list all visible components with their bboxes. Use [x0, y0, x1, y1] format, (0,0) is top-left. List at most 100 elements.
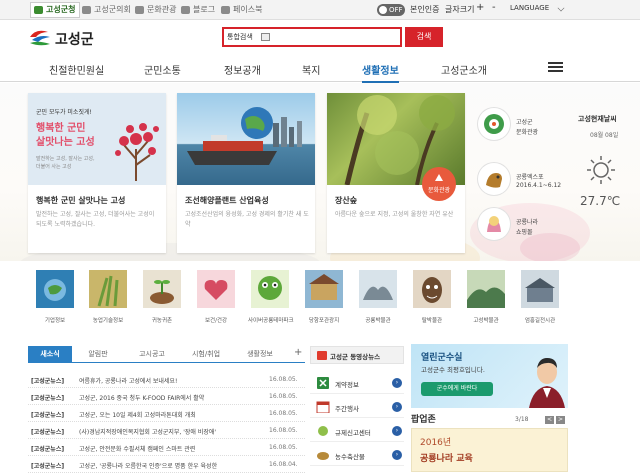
museum-building-icon — [359, 270, 397, 308]
font-decrease-button[interactable]: - — [492, 2, 496, 13]
arrow-right-icon[interactable]: › — [392, 378, 402, 388]
shortcut-enterprise[interactable]: 기업정보 — [33, 270, 77, 324]
list-item[interactable]: [고성군뉴스] (사)경남지적장애인복지협회 고성군지부, '장애 비장애' 16.… — [28, 423, 305, 439]
tab-culture[interactable]: 문화관광 — [132, 3, 180, 17]
shortcut-cyber-park[interactable]: 사이버공룡테마파크 — [248, 270, 294, 324]
slogan-small2: 더불어 사는 고성 — [36, 164, 72, 170]
quick-link-culture[interactable]: 고성군 문화관광 — [478, 108, 552, 148]
shortcut-dino-museum[interactable]: 공룡박물관 — [356, 270, 400, 324]
auth-toggle[interactable]: OFF — [377, 4, 405, 16]
popup-prev-button[interactable]: < — [545, 416, 554, 424]
tab-council[interactable]: 고성군의회 — [79, 3, 135, 17]
news-category: [고성군뉴스] — [31, 429, 65, 436]
font-increase-button[interactable]: + — [476, 2, 484, 13]
wheat-icon — [89, 270, 127, 308]
news-title[interactable]: 고성군, 오는 10일 제4회 고성마라톤대회 개최 — [79, 410, 229, 419]
search-input[interactable]: 통합검색 — [222, 27, 402, 47]
news-date: 16.08.05. — [269, 444, 298, 451]
tourist-site-icon — [305, 270, 343, 308]
hero-card-shipbuilding[interactable]: 조선해양플랜트 산업육성 고성조선산업의 융성화, 고성 경제의 활기찬 새 도… — [177, 93, 315, 253]
arrow-right-icon[interactable]: › — [392, 402, 402, 412]
culture-tour-badge[interactable]: 문화관광 — [422, 167, 456, 201]
tab-announcement[interactable]: 고시공고 — [128, 346, 176, 362]
list-item[interactable]: [고성군뉴스] 고성군, 오는 10일 제4회 고성마라톤대회 개최 16.08.0… — [28, 406, 305, 422]
news-date: 16.08.05. — [269, 410, 298, 417]
video-news-button[interactable]: 고성군 동영상뉴스 — [310, 346, 404, 364]
tab-gosung-office[interactable]: 고성군청 — [30, 2, 81, 18]
hero-card-forest[interactable]: 문화관광 장산숲 아름다운 숲으로 지정, 고성의 울창한 자연 유산 — [327, 93, 465, 253]
service-agri-products[interactable]: 농수축산물 › — [310, 444, 404, 466]
news-category: [고성군뉴스] — [31, 395, 65, 402]
nav-item-living-info[interactable]: 생활정보 — [362, 62, 399, 83]
divider — [28, 362, 305, 363]
main-navigation: 친절한민원실 군민소통 정보공개 복지 생활정보 고성군소개 — [0, 58, 640, 83]
shortcut-hg-exhibit[interactable]: 엄홍길전시관 — [518, 270, 562, 324]
arrow-right-icon[interactable]: › — [392, 426, 402, 436]
nav-item-disclosure[interactable]: 정보공개 — [224, 62, 261, 77]
tab-facebook[interactable]: 페이스북 — [218, 3, 266, 17]
list-item[interactable]: [고성군뉴스] 고성군, 안전문화 수필서체 캠페인 스마트 관련 16.08.05… — [28, 440, 305, 456]
news-more-button[interactable]: + — [294, 347, 302, 358]
popup-zone: 팝업존 3/18 < > 2016년 공룡나라 교육 — [411, 410, 568, 472]
news-title[interactable]: 고성군, '공룡나라 오름한국 인증'으로 명품 한우 육성한 — [79, 461, 229, 470]
list-item[interactable]: [고성군뉴스] 고성군, 2016 중국 청두 K-FOOD FAIR에서 활약 1… — [28, 389, 305, 405]
shortcut-return-farm[interactable]: 귀농귀촌 — [140, 270, 184, 324]
quick-link-line2: 쇼핑몰 — [516, 229, 533, 236]
menu-icon[interactable] — [548, 62, 563, 73]
popup-banner[interactable]: 2016년 공룡나라 교육 — [411, 428, 568, 472]
hero-card-slogan[interactable]: 군민 모두가 미소짓게! 행복한 군민 살맛나는 고성 발전하는 고성, 잘사는… — [28, 93, 166, 253]
landscape-icon — [467, 270, 505, 308]
popup-next-button[interactable]: > — [556, 416, 565, 424]
quick-link-shop[interactable]: 공룡나라 쇼핑몰 — [478, 208, 552, 248]
shortcut-label: 탈박물관 — [421, 318, 443, 324]
slogan-line1: 군민 모두가 미소짓게! — [36, 109, 92, 116]
dinosaur-icon — [251, 270, 289, 308]
nav-item-welfare[interactable]: 복지 — [302, 62, 320, 77]
nav-item-communication[interactable]: 군민소통 — [144, 62, 181, 77]
shortcut-danghangpo[interactable]: 당항포관광지 — [302, 270, 346, 324]
arrow-right-icon[interactable]: › — [392, 450, 402, 460]
mayor-office-banner[interactable]: 열린군수실 고성군수 최평호입니다. 군수에게 바란다 — [411, 344, 568, 408]
facebook-icon — [221, 6, 230, 14]
quick-link-line2: 2016.4.1~6.12 — [516, 182, 562, 189]
shortcut-mask-museum[interactable]: 탈박물관 — [410, 270, 454, 324]
news-title[interactable]: 여름휴가, 공룡나라 고성에서 보내세요! — [79, 376, 229, 385]
service-contract[interactable]: 계약정보 › — [310, 372, 404, 394]
video-icon — [317, 351, 327, 360]
service-weekly-events[interactable]: 주간행사 › — [310, 396, 404, 418]
shortcut-gosung-museum[interactable]: 고성박물관 — [464, 270, 508, 324]
news-title[interactable]: 고성군, 안전문화 수필서체 캠페인 스마트 관련 — [79, 444, 229, 453]
quick-link-line1: 고성군 — [516, 119, 533, 126]
nav-item-civil[interactable]: 친절한민원실 — [49, 62, 104, 77]
tab-label: 블로그 — [193, 5, 216, 14]
shipbuilding-image — [177, 93, 315, 185]
news-title[interactable]: (사)경남지적장애인복지협회 고성군지부, '장애 비장애' — [79, 427, 229, 436]
tab-notice[interactable]: 알림판 — [78, 346, 118, 362]
search-scope-select[interactable]: 통합검색 — [227, 32, 253, 42]
service-regulation-report[interactable]: 규제신고센터 › — [310, 420, 404, 442]
shortcut-agriculture[interactable]: 농업기술정보 — [86, 270, 130, 324]
weather-temperature: 27.7℃ — [580, 194, 621, 208]
tab-label: 고성군청 — [46, 5, 76, 14]
chevron-down-icon[interactable] — [557, 4, 565, 12]
auth-label[interactable]: 본인인증 — [410, 4, 439, 15]
list-item[interactable]: [고성군뉴스] 여름휴가, 공룡나라 고성에서 보내세요! 16.08.05. — [28, 372, 305, 388]
tab-jobs[interactable]: 시험/취업 — [182, 346, 230, 362]
tab-living-info[interactable]: 생활정보 — [236, 346, 284, 362]
popup-zone-title: 팝업존 — [411, 415, 436, 425]
list-item[interactable]: [고성군뉴스] 고성군, '공룡나라 오름한국 인증'으로 명품 한우 육성한 16… — [28, 457, 305, 473]
quick-link-expo[interactable]: 공룡엑스포 2016.4.1~6.12 — [478, 163, 561, 203]
nav-item-about[interactable]: 고성군소개 — [441, 62, 487, 77]
news-title[interactable]: 고성군, 2016 중국 청두 K-FOOD FAIR에서 활약 — [79, 393, 229, 402]
tab-news[interactable]: 새소식 — [28, 346, 72, 362]
news-date: 16.08.05. — [269, 393, 298, 400]
shortcut-label: 기업정보 — [44, 318, 66, 324]
search-button[interactable]: 검색 — [405, 27, 443, 47]
tab-blog[interactable]: 블로그 — [178, 3, 219, 17]
shortcut-health[interactable]: 보건/건강 — [194, 270, 238, 324]
mayor-request-button[interactable]: 군수에게 바란다 — [421, 382, 493, 396]
news-board: 새소식 알림판 고시공고 시험/취업 생활정보 + [고성군뉴스] 여름휴가, 공… — [28, 346, 305, 473]
gosung-office-icon — [34, 6, 43, 14]
language-select[interactable]: LANGUAGE — [510, 4, 549, 12]
dropdown-arrow-icon[interactable] — [261, 33, 270, 41]
